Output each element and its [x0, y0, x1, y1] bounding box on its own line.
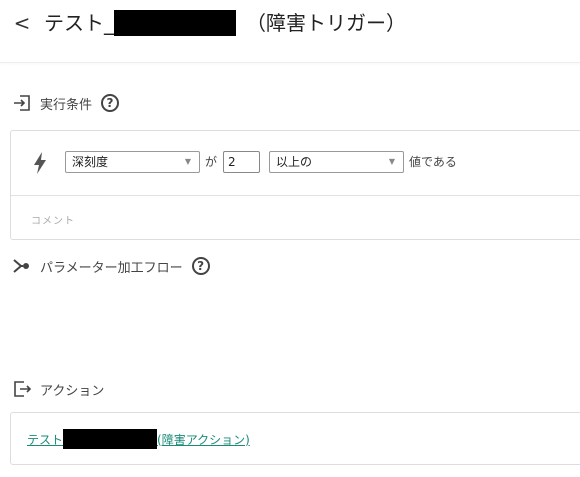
action-link-suffix: (障害アクション) — [157, 432, 250, 447]
operator-select[interactable]: 以上の ▼ — [269, 151, 404, 173]
title-prefix: テスト_ — [44, 11, 114, 35]
flow-icon — [13, 259, 29, 273]
page-header: < テスト_ （障害トリガー） — [0, 0, 580, 63]
action-title: アクション — [40, 383, 105, 399]
logout-icon — [14, 381, 32, 397]
chevron-down-icon: ▼ — [184, 157, 191, 166]
field-select[interactable]: 深刻度 ▼ — [65, 151, 200, 173]
action-link-prefix: テスト — [27, 432, 64, 447]
condition-card: 深刻度 ▼ が 2 以上の ▼ 値である コメント — [10, 130, 580, 240]
action-link[interactable]: テスト (障害アクション) — [27, 429, 250, 449]
threshold-input[interactable]: 2 — [223, 151, 260, 173]
conditions-title: 実行条件 — [40, 97, 93, 113]
flow-title: パラメーター加工フロー — [40, 260, 183, 276]
chevron-down-icon: ▼ — [388, 157, 395, 166]
connector-text: が — [205, 155, 218, 169]
action-card: テスト (障害アクション) — [10, 412, 580, 465]
suffix-text: 値である — [409, 155, 457, 169]
action-section-header: アクション — [12, 377, 104, 401]
flow-section-header: パラメーター加工フロー ? — [12, 254, 210, 278]
login-icon — [14, 95, 30, 111]
operator-select-value: 以上の — [276, 155, 313, 169]
back-button[interactable]: < — [10, 9, 34, 37]
condition-row: 深刻度 ▼ が 2 以上の ▼ 値である — [11, 131, 580, 196]
comment-field[interactable]: コメント — [31, 212, 75, 227]
help-icon[interactable]: ? — [191, 257, 210, 275]
field-select-value: 深刻度 — [72, 155, 109, 169]
help-icon[interactable]: ? — [101, 94, 120, 112]
title-suffix: （障害トリガー） — [246, 11, 406, 35]
lightning-icon — [34, 152, 46, 174]
conditions-section-header: 実行条件 ? — [12, 91, 120, 115]
redacted-block — [63, 429, 158, 449]
page-title: テスト_ （障害トリガー） — [44, 9, 406, 37]
redacted-block — [114, 10, 236, 36]
